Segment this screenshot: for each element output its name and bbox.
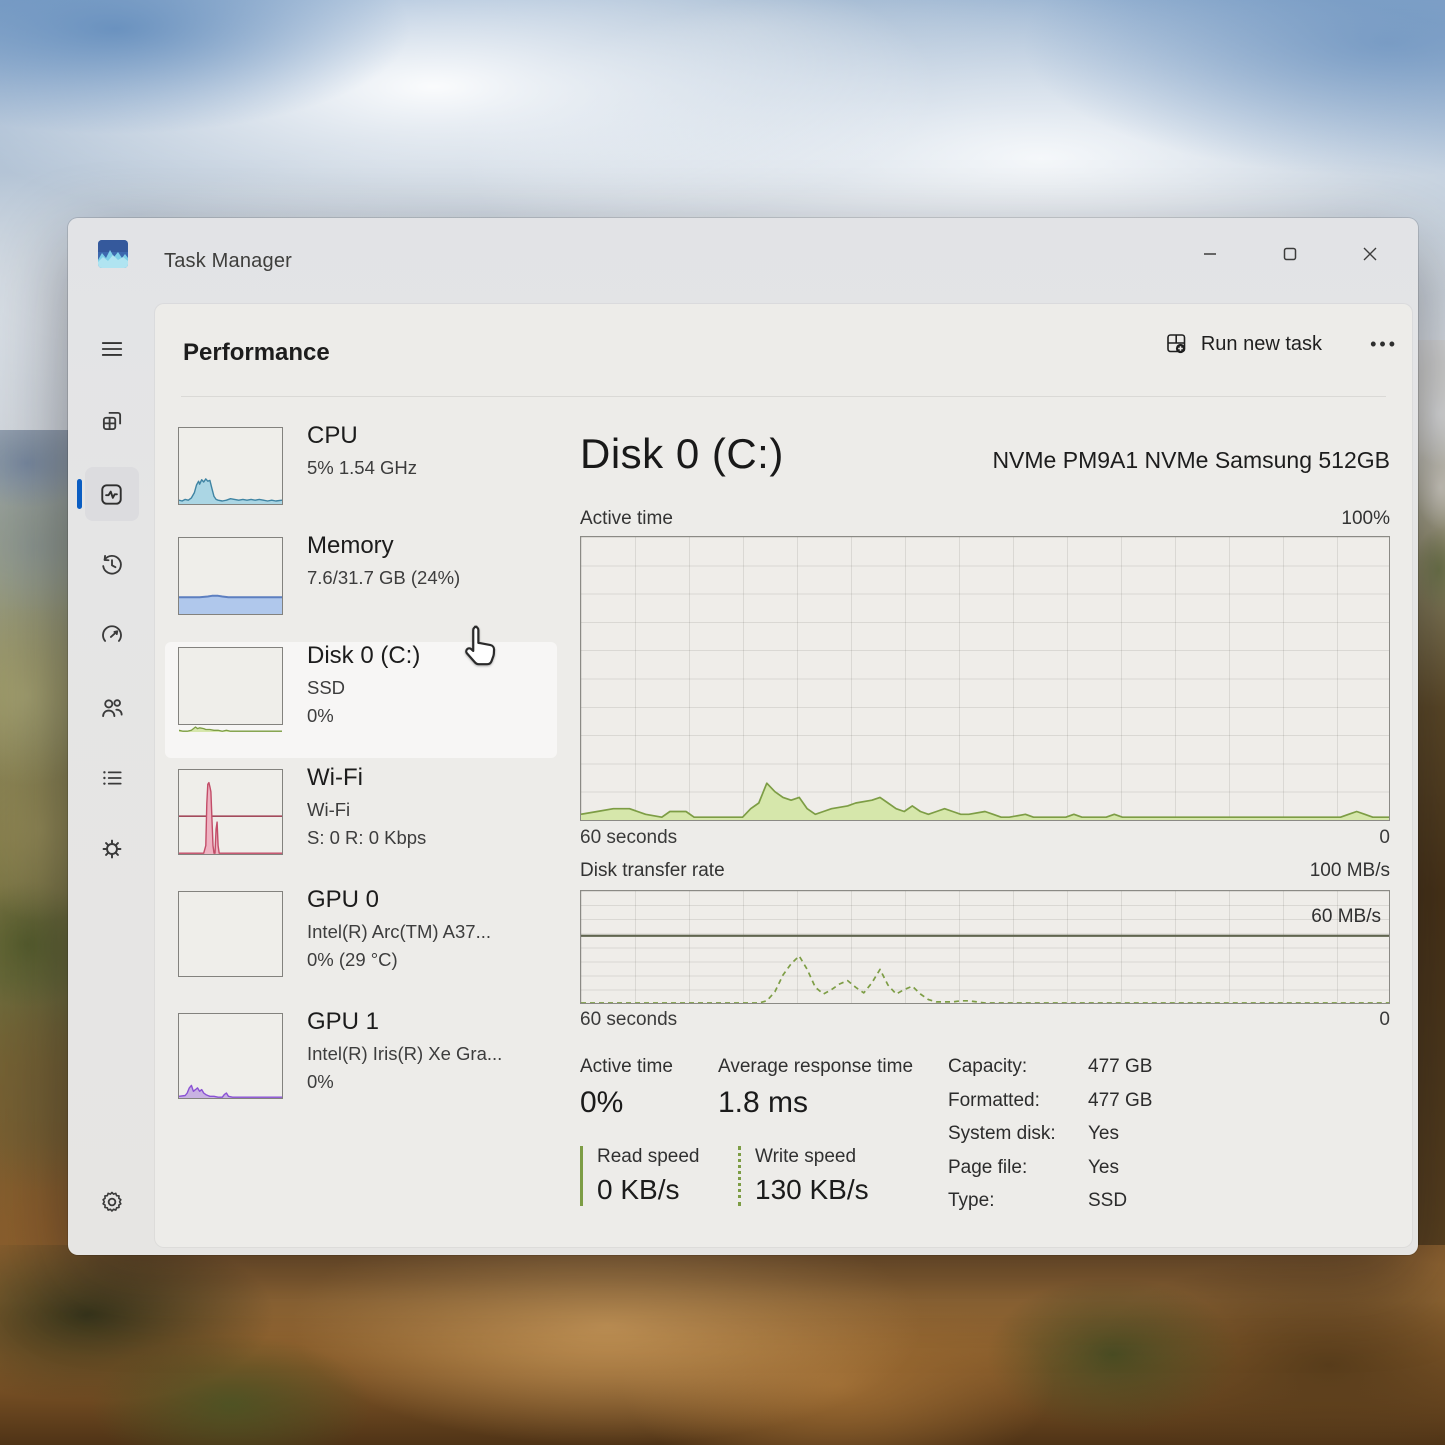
users-icon <box>99 695 125 721</box>
close-icon <box>1363 247 1377 261</box>
titlebar: Task Manager <box>68 218 1418 304</box>
sidebar-item-users[interactable] <box>85 681 139 735</box>
maximize-button[interactable] <box>1250 228 1330 280</box>
selected-accent-pill <box>77 479 82 509</box>
stat-read-speed: Read speed 0 KB/s <box>580 1146 699 1206</box>
disk-title: Disk 0 (C:) <box>580 430 784 478</box>
disk-mini-chart <box>178 647 283 725</box>
hamburger-menu-button[interactable] <box>85 322 139 376</box>
stat-active-time: Active time 0% <box>580 1056 673 1120</box>
window-controls <box>1170 228 1410 280</box>
run-new-task-button[interactable]: Run new task <box>1165 332 1322 356</box>
active-time-chart <box>580 536 1390 821</box>
card-header: Performance Run new task ••• <box>155 304 1412 396</box>
sidebar-item-details[interactable] <box>85 751 139 805</box>
perf-item-detail: Intel(R) Arc(TM) A37... <box>307 918 491 946</box>
history-clock-icon <box>99 552 125 578</box>
perf-item-wifi[interactable]: Wi-Fi Wi-Fi S: 0 R: 0 Kbps <box>165 764 557 880</box>
perf-item-title: GPU 0 <box>307 886 491 914</box>
stat-avg-response: Average response time 1.8 ms <box>718 1056 913 1120</box>
sidebar-item-performance[interactable] <box>85 467 139 521</box>
cpu-mini-chart <box>178 427 283 505</box>
perf-item-detail: 5% 1.54 GHz <box>307 454 417 482</box>
transfer-rate-chart-label: Disk transfer rate <box>580 860 725 882</box>
perf-item-disk0[interactable]: Disk 0 (C:) SSD 0% <box>165 642 557 758</box>
stat-write-speed: Write speed 130 KB/s <box>738 1146 869 1206</box>
detail-row: System disk:Yes <box>948 1123 1152 1157</box>
detail-row: Formatted:477 GB <box>948 1090 1152 1124</box>
perf-item-title: Wi-Fi <box>307 764 426 792</box>
perf-item-gpu0[interactable]: GPU 0 Intel(R) Arc(TM) A37... 0% (29 °C) <box>165 886 557 1002</box>
services-cog-icon <box>99 836 125 862</box>
sidebar <box>68 304 155 1255</box>
transfer-rate-marker-label: 60 MB/s <box>1311 906 1381 928</box>
sidebar-item-startup-apps[interactable] <box>85 608 139 662</box>
window-title: Task Manager <box>164 250 292 273</box>
wallpaper-right-cliff <box>1415 340 1445 1260</box>
wallpaper-rocks <box>0 1245 1445 1445</box>
sidebar-item-processes[interactable] <box>85 394 139 448</box>
perf-item-detail: 7.6/31.7 GB (24%) <box>307 564 460 592</box>
task-manager-window: Task Manager <box>68 218 1418 1255</box>
transfer-rate-ymax-label: 100 MB/s <box>1310 860 1390 882</box>
page-title: Performance <box>183 339 330 367</box>
performance-icon <box>98 481 125 508</box>
disk-details-table: Capacity:477 GB Formatted:477 GB System … <box>948 1056 1152 1224</box>
processes-icon <box>99 408 125 434</box>
gpu0-mini-chart <box>178 891 283 977</box>
gpu1-mini-chart <box>178 1013 283 1099</box>
perf-item-cpu[interactable]: CPU 5% 1.54 GHz <box>165 422 557 528</box>
perf-item-title: GPU 1 <box>307 1008 502 1036</box>
perf-item-detail: Intel(R) Iris(R) Xe Gra... <box>307 1040 502 1068</box>
more-options-button[interactable]: ••• <box>1370 334 1398 355</box>
perf-item-detail: 0% (29 °C) <box>307 946 491 974</box>
run-new-task-label: Run new task <box>1201 333 1322 356</box>
active-time-xright-label: 0 <box>1379 827 1390 849</box>
minimize-icon <box>1203 247 1217 261</box>
sidebar-item-app-history[interactable] <box>85 538 139 592</box>
task-manager-app-icon <box>98 240 128 268</box>
perf-item-title: Memory <box>307 532 460 560</box>
perf-item-detail: 0% <box>307 702 420 730</box>
perf-item-detail: Wi-Fi <box>307 796 426 824</box>
maximize-icon <box>1283 247 1297 261</box>
performance-panel: Performance Run new task ••• CPU 5% 1.54… <box>155 304 1412 1247</box>
hamburger-icon <box>99 336 125 362</box>
perf-item-detail: 0% <box>307 1068 502 1096</box>
details-list-icon <box>99 765 125 791</box>
minimize-button[interactable] <box>1170 228 1250 280</box>
disk-detail-pane: Disk 0 (C:) NVMe PM9A1 NVMe Samsung 512G… <box>580 396 1390 1247</box>
transfer-rate-chart: 60 MB/s <box>580 890 1390 1004</box>
perf-item-detail: SSD <box>307 674 420 702</box>
new-task-icon <box>1165 332 1189 356</box>
transfer-rate-xright-label: 0 <box>1379 1009 1390 1031</box>
perf-item-title: Disk 0 (C:) <box>307 642 420 670</box>
wifi-mini-chart <box>178 769 283 855</box>
detail-row: Capacity:477 GB <box>948 1056 1152 1090</box>
sidebar-item-services[interactable] <box>85 822 139 876</box>
perf-item-detail: S: 0 R: 0 Kbps <box>307 824 426 852</box>
active-time-chart-label: Active time <box>580 508 673 530</box>
device-name: NVMe PM9A1 NVMe Samsung 512GB <box>992 447 1390 478</box>
detail-row: Page file:Yes <box>948 1157 1152 1191</box>
settings-gear-icon <box>99 1189 125 1215</box>
speedometer-icon <box>99 622 125 648</box>
memory-mini-chart <box>178 537 283 615</box>
close-button[interactable] <box>1330 228 1410 280</box>
detail-row: Type:SSD <box>948 1190 1152 1224</box>
settings-button[interactable] <box>85 1175 139 1229</box>
active-time-xleft-label: 60 seconds <box>580 827 677 849</box>
perf-item-gpu1[interactable]: GPU 1 Intel(R) Iris(R) Xe Gra... 0% <box>165 1008 557 1124</box>
perf-item-memory[interactable]: Memory 7.6/31.7 GB (24%) <box>165 532 557 638</box>
active-time-ymax-label: 100% <box>1341 508 1390 530</box>
transfer-rate-xleft-label: 60 seconds <box>580 1009 677 1031</box>
perf-item-title: CPU <box>307 422 417 450</box>
